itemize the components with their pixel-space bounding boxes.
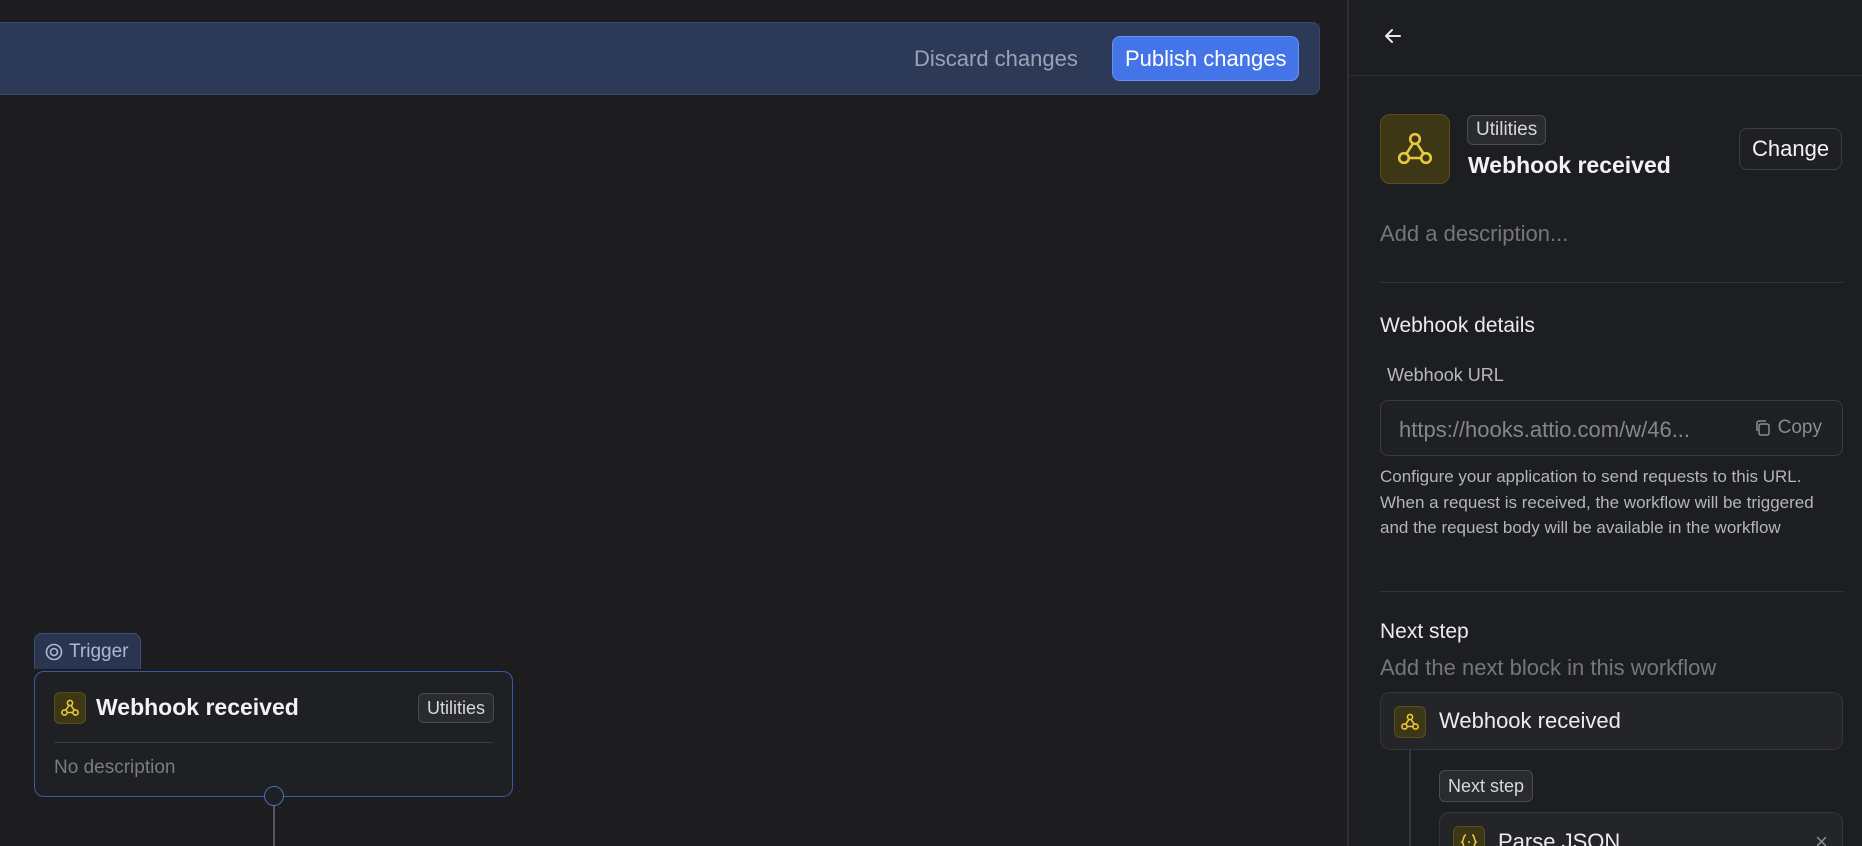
next-step-badge: Next step xyxy=(1439,770,1534,802)
trigger-tab: Trigger xyxy=(34,633,142,669)
tree-connector-line xyxy=(1409,750,1411,846)
webhook-url-field[interactable]: https://hooks.attio.com/w/46... Copy xyxy=(1380,400,1843,456)
next-block-title: Parse JSON xyxy=(1498,829,1621,846)
workflow-canvas[interactable]: Discard changes Publish changes Trigger … xyxy=(0,0,1347,846)
description-input[interactable] xyxy=(1380,214,1843,254)
block-category-badge: Utilities xyxy=(1467,115,1547,145)
discard-changes-button[interactable]: Discard changes xyxy=(900,40,1092,78)
webhook-help-text: Configure your application to send reque… xyxy=(1380,467,1814,537)
webhook-icon xyxy=(54,692,86,724)
trigger-tab-label: Trigger xyxy=(69,640,129,662)
arrow-left-icon xyxy=(1385,29,1401,43)
block-settings-panel: Utilities Webhook received Change Webhoo… xyxy=(1347,0,1862,846)
section-divider xyxy=(1380,591,1843,592)
close-icon[interactable]: × xyxy=(1815,829,1828,846)
json-braces-icon xyxy=(1453,826,1485,846)
back-button[interactable] xyxy=(1379,22,1407,50)
node-title: Webhook received xyxy=(96,694,299,720)
publish-changes-button[interactable]: Publish changes xyxy=(1112,36,1300,81)
webhook-details-heading: Webhook details xyxy=(1380,314,1535,337)
next-block-row[interactable]: Parse JSON × xyxy=(1439,812,1843,846)
node-output-port[interactable] xyxy=(264,786,284,806)
current-block-title: Webhook received xyxy=(1439,708,1621,733)
webhook-node-card[interactable]: Webhook received Utilities No descriptio… xyxy=(34,671,513,797)
copy-icon xyxy=(1755,420,1770,436)
section-divider xyxy=(1380,282,1843,283)
node-category-badge: Utilities xyxy=(417,693,494,723)
webhook-url-value: https://hooks.attio.com/w/46... xyxy=(1399,417,1691,442)
node-description: No description xyxy=(54,757,176,778)
panel-header xyxy=(1349,0,1862,76)
next-step-subheading: Add the next block in this workflow xyxy=(1380,655,1717,680)
copy-url-button[interactable]: Copy xyxy=(1754,417,1822,439)
node-connector-line xyxy=(273,806,275,846)
block-title: Webhook received xyxy=(1468,152,1671,178)
webhook-url-label: Webhook URL xyxy=(1387,365,1504,385)
change-block-button[interactable]: Change xyxy=(1739,128,1843,170)
next-step-heading: Next step xyxy=(1380,620,1469,643)
node-divider xyxy=(54,742,493,743)
target-icon xyxy=(45,643,63,660)
webhook-icon xyxy=(1394,706,1426,738)
webhook-icon xyxy=(1380,114,1450,184)
copy-label: Copy xyxy=(1777,417,1822,438)
current-block-row[interactable]: Webhook received xyxy=(1380,692,1843,750)
